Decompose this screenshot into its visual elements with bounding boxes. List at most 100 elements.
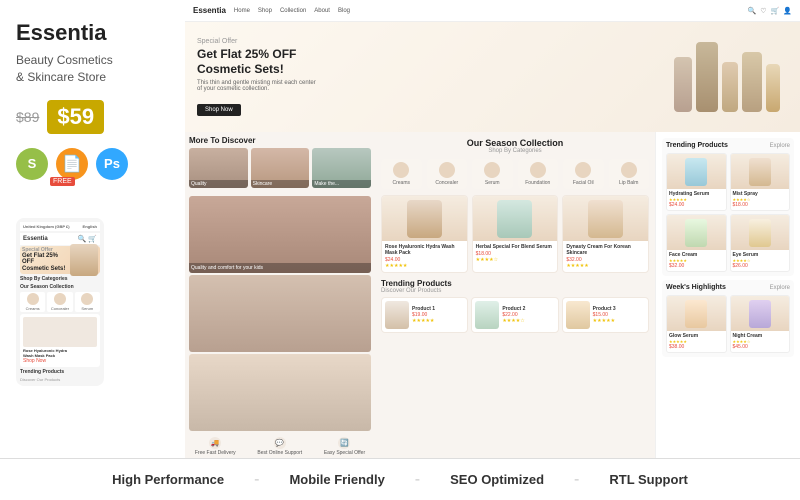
discover-item-3: Make the... [312,148,371,188]
mobile-preview: United Kingdom (GBP £) English Essentia … [16,218,104,386]
right-weeks-header: Week's Highlights Explore [666,284,790,291]
photo-tile-3 [189,354,371,431]
cart-icon[interactable]: 🛒 [771,7,780,15]
cat-facial-oil[interactable]: Facial Oil [563,159,604,189]
cat-lip-balm[interactable]: Lip Balm [609,159,650,189]
desktop-body: More To Discover Quality Skincare [185,132,800,458]
left-panel: Essentia Beauty Cosmetics & Skincare Sto… [0,0,185,458]
cat-creams[interactable]: Creams [381,159,422,189]
feature-rtl-support: RTL Support [609,472,687,487]
hero-product-3 [722,62,738,112]
search-icon[interactable]: 🔍 [748,7,757,15]
free-badge: FREE [50,177,75,186]
cat-lip-balm-icon [621,162,637,178]
hero-product-2 [696,42,718,112]
trending-item-3[interactable]: Product 3 $15.00 ★★★★★ [562,297,649,333]
desktop-header: Essentia Home Shop Collection About Blog… [185,0,800,22]
right-product-2[interactable]: Mist Spray ★★★★☆ $18.00 [730,153,791,211]
separator-3: - [574,471,579,489]
hero-product-1 [674,57,692,112]
right-product-1[interactable]: Hydrating Serum ★★★★★ $24.00 [666,153,727,211]
mobile-cat-concealer: Concealer [47,292,72,312]
right-week-info-2: Night Cream ★★★★☆ $45.00 [731,331,790,352]
user-icon[interactable]: 👤 [783,7,792,15]
right-product-info-4: Eye Serum ★★★★☆ $26.00 [731,250,790,271]
hero-special-offer: Special Offer [197,38,317,45]
trending-item-2[interactable]: Product 2 $22.00 ★★★★☆ [471,297,558,333]
new-price: $59 [47,100,104,134]
doc-icon-wrapper: 📄 FREE [56,148,88,198]
mobile-collection-title: Our Season Collection [20,284,100,290]
old-price: $89 [16,109,39,125]
cat-concealer[interactable]: Concealer [427,159,468,189]
right-week-img-2 [731,296,790,331]
right-trending-section: Trending Products Explore Hydrating Ser [662,138,794,276]
mobile-cat-serum: Serum [75,292,100,312]
mobile-product-img [23,317,97,347]
info-item-support: 💬 Best Online Support [257,437,302,456]
trending-item-img-1 [385,301,409,329]
product-card-2: Herbal Special For Blend Serum $18.00 ★★… [472,195,559,273]
trending-item-img-3 [566,301,590,329]
ps-icon: Ps [96,148,128,180]
offer-icon: 🔄 [338,437,350,449]
cat-creams-icon [393,162,409,178]
photo-tile-1: Quality and comfort for your kids [189,196,371,273]
separator-1: - [254,471,259,489]
desktop-mockup: Essentia Home Shop Collection About Blog… [185,0,800,458]
product-card-3: Dynasty Cream For Korean Skincare $32.00… [562,195,649,273]
season-subtitle: Shop By Categories [381,148,649,154]
product-img-1 [382,196,467,241]
doc-icon: 📄 [56,148,88,180]
cat-foundation-icon [530,162,546,178]
hero-products [674,42,780,112]
photo-tile-2 [189,275,371,352]
right-trending-title: Trending Products [666,142,728,149]
desktop-nav-logo: Essentia [193,6,226,15]
right-product-3[interactable]: Face Cream ★★★★★ $32.00 [666,214,727,272]
mobile-cat-creams: Creams [20,292,45,312]
hero-shop-button[interactable]: Shop Now [197,104,241,116]
right-product-info-1: Hydrating Serum ★★★★★ $24.00 [667,189,726,210]
hero-sub: This thin and gentle misting mist each c… [197,80,317,92]
desktop-main-content: Our Season Collection Shop By Categories… [375,132,655,458]
trending-item-info-3: Product 3 $15.00 ★★★★★ [593,306,645,324]
trending-section-header: Trending Products Discover Our Products [381,279,649,294]
cat-serum[interactable]: Serum [472,159,513,189]
season-section-header: Our Season Collection Shop By Categories [381,138,649,154]
right-week-product-1[interactable]: Glow Serum ★★★★★ $38.00 [666,295,727,353]
right-weeks-link[interactable]: Explore [770,285,790,291]
product-info-1: Rose Hyaluronic Hydra Wash Mask Pack $24… [382,241,467,272]
desktop-hero: Special Offer Get Flat 25% OFFCosmetic S… [185,22,800,132]
discover-item-1: Quality [189,148,248,188]
hero-product-4 [742,52,762,112]
desktop-nav-items: Home Shop Collection About Blog [234,8,350,14]
discover-item-2: Skincare [251,148,310,188]
support-icon: 💬 [274,437,286,449]
main-container: Essentia Beauty Cosmetics & Skincare Sto… [0,0,800,500]
right-product-4[interactable]: Eye Serum ★★★★☆ $26.00 [730,214,791,272]
mobile-categories: Creams Concealer Serum [20,292,100,312]
cat-foundation[interactable]: Foundation [518,159,559,189]
trending-subtitle: Discover Our Products [381,288,452,294]
desktop-nav-icons: 🔍 ♡ 🛒 👤 [748,7,792,15]
mobile-header: United Kingdom (GBP £) English [20,222,100,231]
more-discover-title: More To Discover [189,136,371,145]
cat-serum-icon [484,162,500,178]
right-trending-link[interactable]: Explore [770,143,790,149]
right-week-product-2[interactable]: Night Cream ★★★★☆ $45.00 [730,295,791,353]
feature-high-performance: High Performance [112,472,224,487]
trending-item-1[interactable]: Product 1 $19.00 ★★★★★ [381,297,468,333]
shopify-icon: S [16,148,48,180]
right-product-img-4 [731,215,790,250]
platform-icons-row: S 📄 FREE Ps [16,148,169,198]
main-showcase: RESPONSIVE Essentia Home Shop Collection… [185,0,800,458]
bottom-bar: High Performance - Mobile Friendly - SEO… [0,458,800,500]
mobile-product-card: Rose Hyaluronic HydraWash Mask Pack Shop… [20,314,100,367]
mobile-nav: Essentia 🔍 🛒 [20,233,100,245]
product-card-1: Rose Hyaluronic Hydra Wash Mask Pack $24… [381,195,468,273]
info-bar: 🚚 Free Fast Delivery 💬 Best Online Suppo… [185,435,375,458]
wishlist-icon[interactable]: ♡ [760,7,766,15]
trending-item-info-1: Product 1 $19.00 ★★★★★ [412,306,464,324]
right-weeks-title: Week's Highlights [666,284,726,291]
